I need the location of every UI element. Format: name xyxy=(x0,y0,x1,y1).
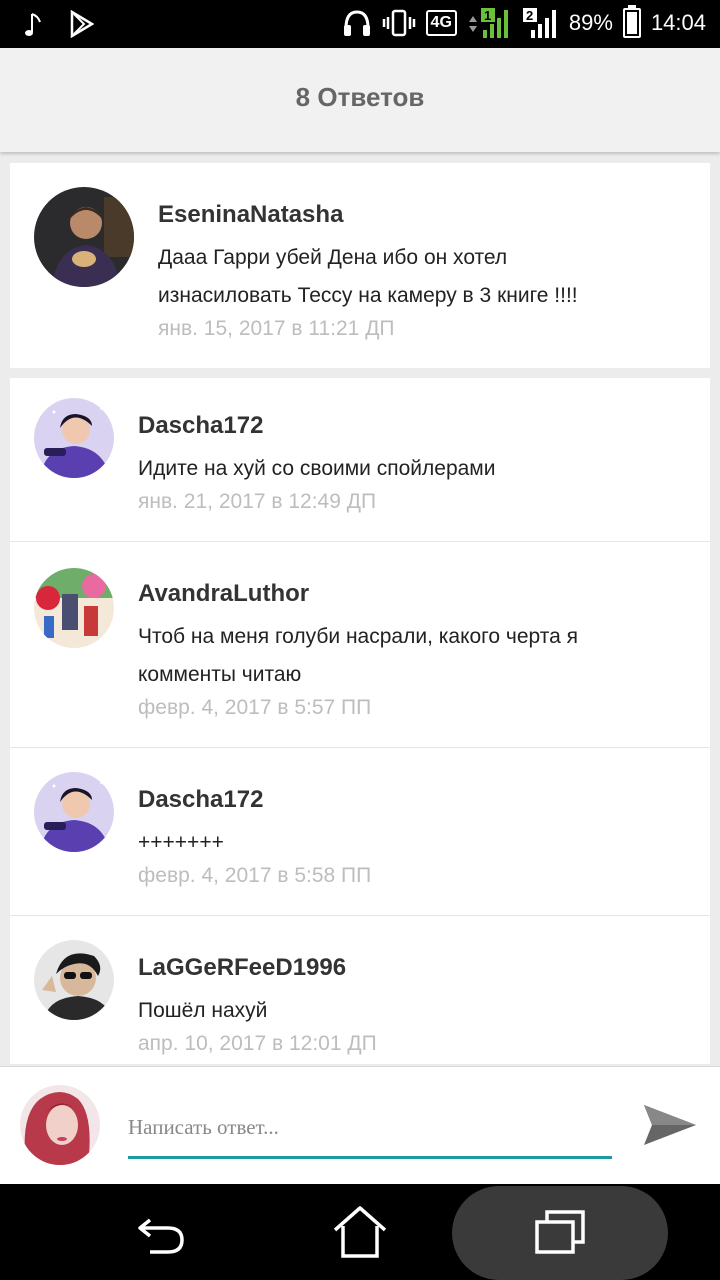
comment-timestamp: февр. 4, 2017 в 5:57 ПП xyxy=(138,696,372,719)
comment-author[interactable]: AvandraLuthor xyxy=(138,580,309,608)
comment-item[interactable]: Dascha172 Идите на хуй со своими спойлер… xyxy=(10,378,710,541)
sim2-label: 2 xyxy=(526,8,533,23)
comment-text-line: изнасиловать Тессу на камеру в 3 книге !… xyxy=(158,284,578,307)
comment-timestamp: янв. 21, 2017 в 12:49 ДП xyxy=(138,490,377,513)
page-title: 8 Ответов xyxy=(295,82,425,112)
signal-icon: 1 xyxy=(468,8,508,38)
comment-item[interactable]: AvandraLuthor Чтоб на меня голуби насрал… xyxy=(10,542,710,747)
home-icon[interactable] xyxy=(325,1198,395,1268)
comment-timestamp: янв. 15, 2017 в 11:21 ДП xyxy=(158,317,395,340)
comment-author[interactable]: LaGGeRFeeD1996 xyxy=(138,954,346,982)
comment-author[interactable]: Dascha172 xyxy=(138,786,263,814)
avatar[interactable] xyxy=(34,940,114,1020)
comment-item[interactable]: EseninaNatasha Дааа Гарри убей Дена ибо … xyxy=(10,163,710,368)
status-bar: 4G 1 2 89% 14:04 xyxy=(0,0,720,48)
app-header: 8 Ответов xyxy=(0,48,720,152)
comment-text-line: Пошёл нахуй xyxy=(138,999,268,1022)
comment-text-line: +++++++ xyxy=(138,831,224,854)
reply-input-underline xyxy=(128,1156,612,1159)
battery-percent: 89% xyxy=(568,10,613,35)
sim1-label: 1 xyxy=(484,8,491,23)
reply-composer xyxy=(0,1066,720,1185)
send-icon[interactable] xyxy=(640,1095,700,1155)
comment-text-line: Чтоб на меня голуби насрали, какого черт… xyxy=(138,625,578,648)
recent-apps-icon[interactable] xyxy=(525,1198,595,1268)
system-nav-bar xyxy=(0,1184,720,1280)
avatar[interactable] xyxy=(34,568,114,648)
network-type-badge: 4G xyxy=(425,10,457,36)
vibrate-icon xyxy=(382,9,415,37)
comment-timestamp: февр. 4, 2017 в 5:58 ПП xyxy=(138,864,372,887)
replies-list[interactable]: Dascha172 Идите на хуй со своими спойлер… xyxy=(10,378,710,1064)
headphones-icon xyxy=(343,10,370,36)
comment-text-line: комменты читаю xyxy=(138,663,302,686)
play-store-icon xyxy=(70,9,95,39)
reply-input[interactable] xyxy=(128,1107,612,1147)
avatar[interactable] xyxy=(34,398,114,478)
comment-text-line: Дааа Гарри убей Дена ибо он хотел xyxy=(158,246,508,269)
comment-item[interactable]: Dascha172 +++++++ февр. 4, 2017 в 5:58 П… xyxy=(10,748,710,915)
comment-text-line: Идите на хуй со своими спойлерами xyxy=(138,457,496,480)
music-note-icon xyxy=(25,13,41,36)
current-user-avatar[interactable] xyxy=(20,1085,100,1165)
comment-author[interactable]: Dascha172 xyxy=(138,412,263,440)
signal-sim2-icon: 2 xyxy=(522,8,556,38)
avatar[interactable] xyxy=(34,187,134,287)
comment-author[interactable]: EseninaNatasha xyxy=(158,201,343,229)
clock: 14:04 xyxy=(650,10,706,35)
parent-comment-card: EseninaNatasha Дааа Гарри убей Дена ибо … xyxy=(10,163,710,368)
battery-icon xyxy=(622,5,641,38)
comment-item[interactable]: LaGGeRFeeD1996 Пошёл нахуй апр. 10, 2017… xyxy=(10,916,710,1064)
avatar[interactable] xyxy=(34,772,114,852)
back-icon[interactable] xyxy=(126,1198,196,1268)
comment-timestamp: апр. 10, 2017 в 12:01 ДП xyxy=(138,1032,377,1055)
